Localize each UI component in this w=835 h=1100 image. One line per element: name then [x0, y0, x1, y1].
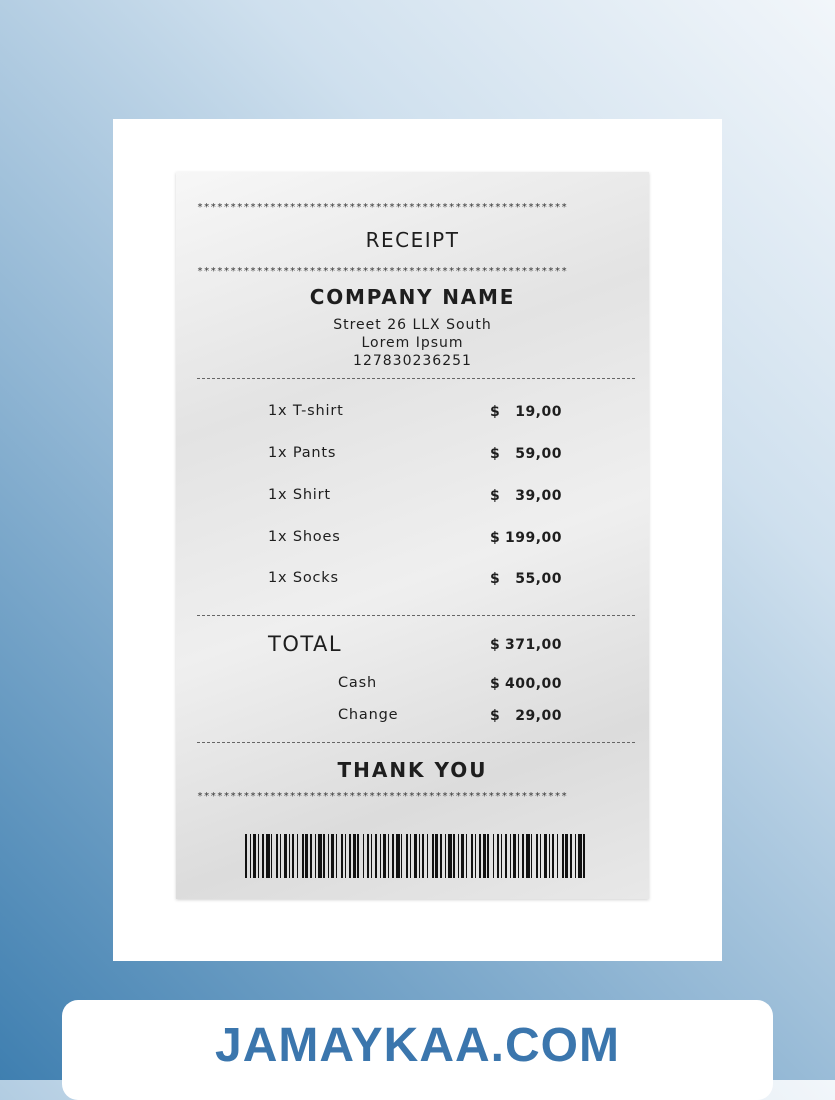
currency-symbol: $	[490, 404, 501, 420]
site-brand: JAMAYKAA.COM	[215, 1019, 620, 1072]
currency-symbol: $	[490, 488, 501, 504]
dashed-divider	[197, 742, 635, 743]
line-item-name: 1x Pants	[268, 445, 337, 461]
price-amount: 29,00	[515, 708, 562, 724]
line-item-price: $59,00	[490, 446, 562, 462]
total-label: TOTAL	[268, 632, 343, 656]
cash-amount: $400,00	[490, 676, 562, 692]
price-amount: 19,00	[515, 404, 562, 420]
line-item-price: $55,00	[490, 571, 562, 587]
line-item-price: $19,00	[490, 404, 562, 420]
footer-banner: JAMAYKAA.COM	[62, 1000, 773, 1100]
dashed-divider	[197, 378, 635, 379]
star-divider-top: ****************************************…	[197, 202, 568, 213]
address-number: 127830236251	[353, 353, 472, 369]
total-amount: $371,00	[490, 637, 562, 653]
line-item-name: 1x T-shirt	[268, 403, 344, 419]
receipt-frame: ****************************************…	[113, 119, 722, 961]
price-amount: 55,00	[515, 571, 562, 587]
line-item-name: 1x Socks	[268, 570, 339, 586]
price-amount: 400,00	[504, 676, 562, 692]
currency-symbol: $	[490, 637, 501, 653]
company-name: COMPANY NAME	[309, 285, 516, 309]
line-item-name: 1x Shirt	[268, 487, 331, 503]
price-amount: 199,00	[504, 530, 562, 546]
receipt-title: RECEIPT	[365, 228, 460, 252]
price-amount: 59,00	[515, 446, 562, 462]
dashed-divider	[197, 615, 635, 616]
line-item-price: $39,00	[490, 488, 562, 504]
currency-symbol: $	[490, 571, 501, 587]
currency-symbol: $	[490, 708, 501, 724]
line-item-name: 1x Shoes	[268, 529, 341, 545]
thank-you-message: THANK YOU	[337, 758, 488, 782]
address-city: Lorem Ipsum	[361, 335, 464, 351]
currency-symbol: $	[490, 530, 501, 546]
change-amount: $29,00	[490, 708, 562, 724]
currency-symbol: $	[490, 446, 501, 462]
price-amount: 39,00	[515, 488, 562, 504]
barcode-image	[245, 834, 585, 878]
address-street: Street 26 LLX South	[333, 317, 492, 333]
star-divider-header: ****************************************…	[197, 266, 568, 277]
price-amount: 371,00	[504, 637, 562, 653]
receipt-paper: ****************************************…	[176, 172, 649, 899]
line-item-price: $199,00	[490, 530, 562, 546]
currency-symbol: $	[490, 676, 501, 692]
star-divider-bottom: ****************************************…	[197, 791, 568, 802]
cash-label: Cash	[338, 675, 377, 691]
change-label: Change	[338, 707, 399, 723]
